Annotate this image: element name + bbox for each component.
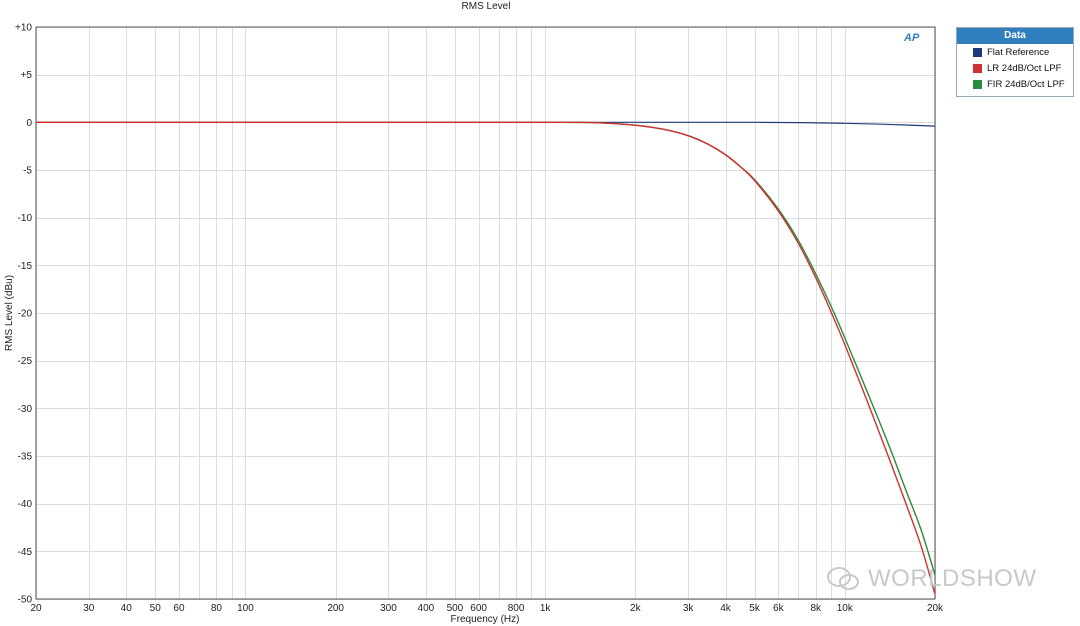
y-tick-labels: +10 +5 0 -5 -10 -15 -20 -25 -30 -35 -40 -45 -50 [15, 23, 32, 606]
y-tick-label: 0 [26, 118, 32, 129]
x-tick-labels: 20 30 40 50 60 80 100 200 300 400 500 600 800 1k 2k 3k 4… [30, 603, 944, 614]
x-tick-label: 200 [327, 603, 344, 614]
y-tick-label: +5 [21, 70, 33, 81]
legend-label: Flat Reference [987, 46, 1050, 58]
x-tick-label: 20k [927, 603, 944, 614]
x-tick-label: 60 [173, 603, 185, 614]
y-tick-label: -25 [18, 356, 33, 367]
legend-title: Data [957, 28, 1073, 44]
x-axis-title: Frequency (Hz) [451, 614, 520, 625]
x-tick-label: 1k [540, 603, 552, 614]
y-tick-label: -15 [18, 261, 33, 272]
legend-item-lr-lpf: LR 24dB/Oct LPF [957, 60, 1073, 76]
x-tick-label: 50 [150, 603, 162, 614]
y-tick-label: -20 [18, 309, 33, 320]
legend-item-fir-lpf: FIR 24dB/Oct LPF [957, 76, 1073, 92]
chart: RMS Level 20 30 40 50 60 80 100 200 300 400 500 600… [4, 1, 944, 625]
y-tick-label: -35 [18, 452, 33, 463]
x-tick-label: 2k [630, 603, 642, 614]
y-tick-label: -40 [18, 499, 33, 510]
x-tick-label: 400 [418, 603, 435, 614]
x-tick-label: 5k [749, 603, 761, 614]
legend-item-flat-reference: Flat Reference [957, 44, 1073, 60]
y-axis-title: RMS Level (dBu) [4, 275, 15, 351]
legend-swatch [973, 63, 982, 73]
x-tick-label: 300 [380, 603, 397, 614]
y-tick-label: +10 [15, 23, 32, 34]
x-tick-label: 8k [810, 603, 822, 614]
legend-swatch [973, 79, 982, 89]
legend-label: FIR 24dB/Oct LPF [987, 78, 1065, 90]
x-tick-label: 80 [211, 603, 223, 614]
watermark: WORLDSHOW [826, 565, 1037, 593]
x-tick-label: 500 [447, 603, 464, 614]
x-tick-label: 40 [121, 603, 133, 614]
x-tick-label: 6k [773, 603, 785, 614]
wechat-icon [827, 567, 859, 590]
legend: Data Flat Reference LR 24dB/Oct LPF FIR … [956, 27, 1074, 97]
y-tick-label: -10 [18, 213, 33, 224]
y-tick-label: -30 [18, 404, 33, 415]
x-tick-label: 10k [837, 603, 854, 614]
y-tick-label: -50 [18, 595, 33, 606]
x-tick-label: 100 [237, 603, 254, 614]
series-lines [35, 121, 936, 595]
x-tick-label: 800 [508, 603, 525, 614]
x-tick-label: 20 [30, 603, 42, 614]
legend-label: LR 24dB/Oct LPF [987, 62, 1062, 74]
series-line-fir-24db-oct-lpf [35, 121, 936, 576]
grid [36, 27, 936, 600]
watermark-text: WORLDSHOW [868, 565, 1037, 592]
ap-logo: AP [904, 32, 920, 44]
legend-swatch [973, 47, 982, 57]
y-tick-label: -45 [18, 547, 33, 558]
series-line-lr-24db-oct-lpf [35, 121, 936, 595]
x-tick-label: 4k [720, 603, 732, 614]
x-tick-label: 30 [83, 603, 95, 614]
x-tick-label: 3k [683, 603, 695, 614]
x-tick-label: 600 [470, 603, 487, 614]
chart-title: RMS Level [462, 1, 511, 12]
y-tick-label: -5 [23, 166, 32, 177]
